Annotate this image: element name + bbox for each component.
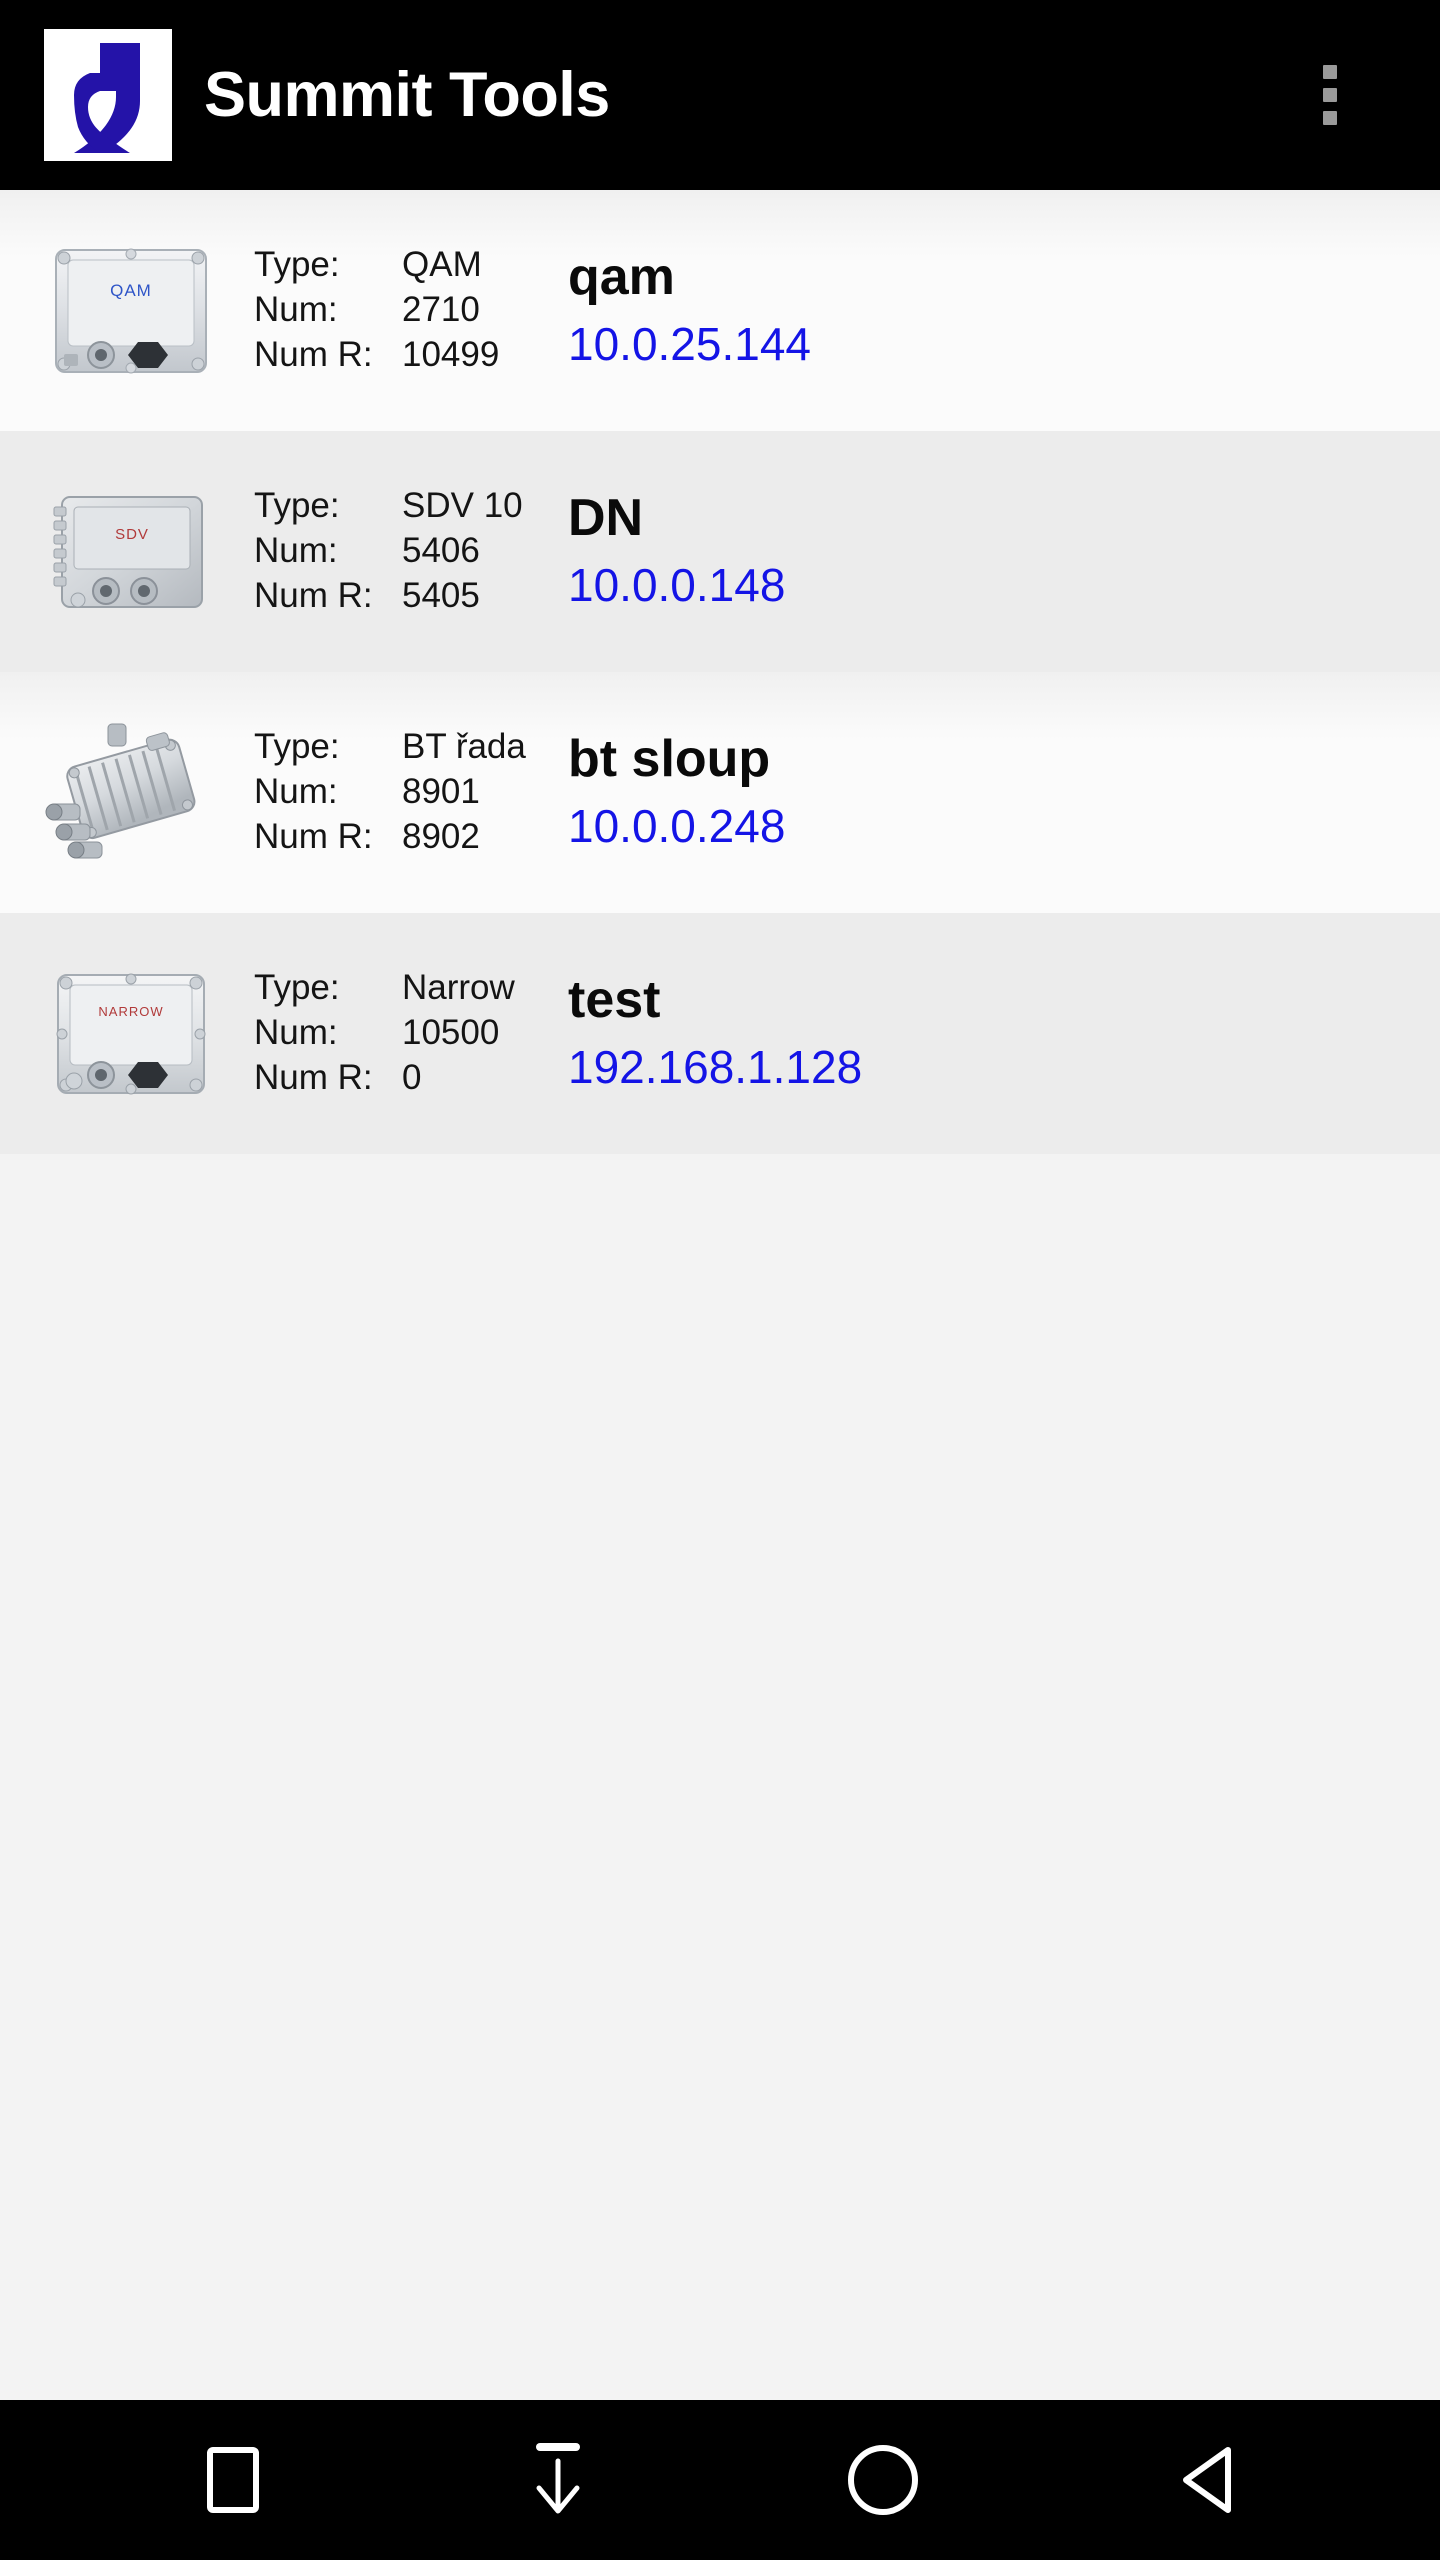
- overflow-dot-3: [1323, 111, 1337, 125]
- system-navigation-bar: [0, 2400, 1440, 2560]
- spec-num: Num: 2710: [254, 288, 544, 333]
- spec-num: Num: 5406: [254, 529, 544, 574]
- recents-square-icon[interactable]: [158, 2400, 308, 2560]
- hide-keyboard-down-arrow-icon[interactable]: [483, 2400, 633, 2560]
- overflow-menu-icon[interactable]: [1282, 35, 1378, 155]
- spec-num: Num: 8901: [254, 770, 544, 815]
- device-specs: Type: QAM Num: 2710 Num R: 10499: [254, 243, 544, 377]
- device-specs: Type: Narrow Num: 10500 Num R: 0: [254, 966, 544, 1100]
- device-name: DN: [568, 488, 644, 547]
- num-r-label: Num R:: [254, 1057, 373, 1097]
- overflow-dot-1: [1323, 65, 1337, 79]
- num-value: 10500: [402, 1013, 500, 1053]
- num-r-value: 0: [402, 1057, 422, 1097]
- spec-num: Num: 10500: [254, 1011, 544, 1056]
- spec-num-r: Num R: 5405: [254, 574, 544, 619]
- num-value: 2710: [402, 290, 480, 330]
- num-r-value: 10499: [402, 334, 500, 374]
- num-value: 8901: [402, 772, 480, 812]
- device-list[interactable]: QAM Type: QAM Num: 2710 Num R: 10499 qam…: [0, 190, 1440, 2400]
- num-r-label: Num R:: [254, 575, 373, 615]
- summit-logo-icon: [44, 29, 172, 161]
- spec-num-r: Num R: 10499: [254, 333, 544, 378]
- spec-type: Type: BT řada: [254, 725, 544, 770]
- qam-device-thumbnail: QAM: [40, 223, 222, 398]
- back-triangle-icon[interactable]: [1133, 2400, 1283, 2560]
- type-label: Type:: [254, 486, 340, 526]
- list-item[interactable]: SDV Type: SDV 10 Num: 5406 Num R: 5405 D…: [0, 431, 1440, 672]
- app-bar: Summit Tools: [0, 0, 1440, 190]
- num-label: Num:: [254, 290, 338, 330]
- svg-text:NARROW: NARROW: [98, 1004, 163, 1019]
- device-specs: Type: BT řada Num: 8901 Num R: 8902: [254, 725, 544, 859]
- device-name: bt sloup: [568, 729, 771, 788]
- narrow-device-thumbnail: NARROW: [40, 946, 222, 1121]
- sdv-device-thumbnail: SDV: [40, 464, 222, 639]
- list-empty-area: [0, 1154, 1440, 2394]
- spec-num-r: Num R: 8902: [254, 815, 544, 860]
- spec-num-r: Num R: 0: [254, 1056, 544, 1101]
- app-screen: Summit Tools QAM Type: QAM Num: 2710 Num…: [0, 0, 1440, 2560]
- list-item[interactable]: Type: BT řada Num: 8901 Num R: 8902 bt s…: [0, 672, 1440, 913]
- num-label: Num:: [254, 1013, 338, 1053]
- svg-text:QAM: QAM: [110, 281, 152, 300]
- spec-type: Type: SDV 10: [254, 484, 544, 529]
- overflow-dot-2: [1323, 88, 1337, 102]
- num-label: Num:: [254, 772, 338, 812]
- num-label: Num:: [254, 531, 338, 571]
- num-r-label: Num R:: [254, 816, 373, 856]
- type-label: Type:: [254, 727, 340, 767]
- spec-type: Type: Narrow: [254, 966, 544, 1011]
- device-ip-address[interactable]: 10.0.0.248: [568, 798, 1440, 856]
- device-name: test: [568, 970, 661, 1029]
- device-identity: DN 10.0.0.148: [568, 489, 1440, 615]
- spec-type: Type: QAM: [254, 243, 544, 288]
- num-r-value: 5405: [402, 575, 480, 615]
- device-identity: qam 10.0.25.144: [568, 248, 1440, 374]
- page-title: Summit Tools: [204, 59, 610, 130]
- num-r-label: Num R:: [254, 334, 373, 374]
- list-item[interactable]: NARROW Type: Narrow Num: 10500 Num R: 0: [0, 913, 1440, 1154]
- device-ip-address[interactable]: 192.168.1.128: [568, 1039, 1440, 1097]
- type-label: Type:: [254, 968, 340, 1008]
- num-r-value: 8902: [402, 816, 480, 856]
- num-value: 5406: [402, 531, 480, 571]
- device-identity: bt sloup 10.0.0.248: [568, 730, 1440, 856]
- device-ip-address[interactable]: 10.0.25.144: [568, 316, 1440, 374]
- device-ip-address[interactable]: 10.0.0.148: [568, 557, 1440, 615]
- type-label: Type:: [254, 245, 340, 285]
- type-value: QAM: [402, 245, 482, 285]
- home-circle-icon[interactable]: [808, 2400, 958, 2560]
- type-value: Narrow: [402, 968, 515, 1008]
- device-name: qam: [568, 247, 675, 306]
- bt-amplifier-thumbnail: [40, 705, 222, 880]
- type-value: SDV 10: [402, 486, 523, 526]
- device-specs: Type: SDV 10 Num: 5406 Num R: 5405: [254, 484, 544, 618]
- device-identity: test 192.168.1.128: [568, 971, 1440, 1097]
- list-item[interactable]: QAM Type: QAM Num: 2710 Num R: 10499 qam…: [0, 190, 1440, 431]
- type-value: BT řada: [402, 727, 526, 767]
- svg-text:SDV: SDV: [115, 526, 149, 543]
